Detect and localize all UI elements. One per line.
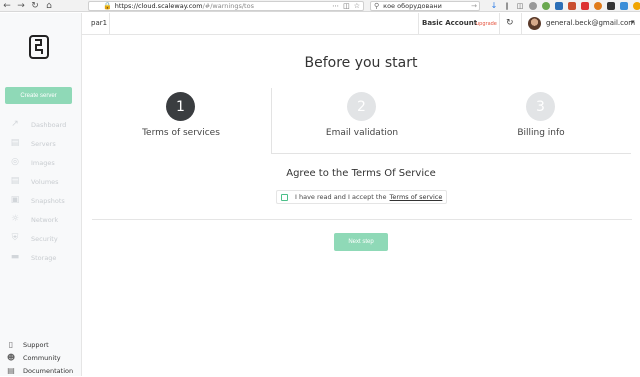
volume-icon: ▤: [10, 176, 20, 186]
step-label: Billing info: [517, 128, 565, 138]
sidebar-item-dashboard[interactable]: ↗ Dashboard: [8, 115, 66, 134]
extension-icon[interactable]: [542, 2, 550, 10]
top-header: par1 Basic Account upgrade ↻ general.bec…: [82, 13, 640, 35]
sidebar-item-images[interactable]: ◎ Images: [8, 153, 66, 172]
extension-icon[interactable]: [529, 2, 537, 10]
home-icon[interactable]: ⌂: [42, 0, 56, 12]
sidebar-item-label: Volumes: [31, 177, 59, 186]
step-number: 3: [526, 92, 555, 121]
sidebar-item-servers[interactable]: ▤ Servers: [8, 134, 66, 153]
chevron-down-icon[interactable]: ▾: [631, 18, 635, 26]
sidebar-item-label: Dashboard: [31, 120, 67, 129]
step-label: Email validation: [325, 128, 399, 138]
upgrade-link[interactable]: upgrade: [476, 21, 497, 27]
toolbar-icons: ↓ ‖ ◫ ☰: [490, 0, 640, 12]
extension-icon[interactable]: [555, 2, 563, 10]
shield-icon: ⛨: [11, 233, 19, 243]
sidebar-nav: ↗ Dashboard ▤ Servers ◎ Images ▤ Volumes…: [8, 115, 67, 267]
lock-icon: 🔒: [103, 2, 112, 10]
divider: [92, 219, 632, 220]
url-host: https://cloud.scaleway.com: [114, 2, 203, 10]
sidebar-item-support[interactable]: ▯ Support: [5, 338, 73, 351]
sidebar-item-label: Snapshots: [31, 196, 65, 205]
chat-icon: ▯: [8, 340, 14, 349]
scaleway-logo-icon[interactable]: [29, 35, 49, 59]
account-type: Basic Account: [422, 19, 478, 27]
pocket-icon[interactable]: ◫: [343, 2, 350, 10]
next-step-button[interactable]: Next step: [334, 233, 388, 251]
accept-tos-text: I have read and I accept the: [295, 193, 387, 201]
extension-icon[interactable]: [620, 2, 628, 10]
forward-icon[interactable]: →: [14, 0, 28, 12]
book-icon: ▤: [7, 366, 15, 375]
disc-icon: ◎: [11, 157, 19, 167]
sidebar-item-storage[interactable]: ▬ Storage: [8, 248, 66, 267]
sidebar: Create server ↗ Dashboard ▤ Servers ◎ Im…: [0, 13, 82, 376]
extension-icon[interactable]: [581, 2, 589, 10]
sidebar-item-label: Servers: [31, 139, 56, 148]
sidebar-item-documentation[interactable]: ▤ Documentation: [5, 364, 73, 377]
sidebar-item-snapshots[interactable]: ▣ Snapshots: [8, 191, 66, 210]
user-email[interactable]: general.beck@gmail.com: [546, 19, 635, 27]
sidebar-item-label: Security: [31, 234, 58, 243]
download-icon[interactable]: ↓: [490, 2, 498, 10]
sidebar-item-label: Network: [31, 215, 59, 224]
step-number: 1: [166, 92, 195, 121]
step-billing[interactable]: 3 Billing info: [451, 88, 631, 154]
terms-of-service-link[interactable]: Terms of service: [390, 193, 443, 201]
extension-icon[interactable]: [594, 2, 602, 10]
reload-icon[interactable]: ↻: [28, 0, 42, 12]
sidebar-item-volumes[interactable]: ▤ Volumes: [8, 172, 66, 191]
sidebar-icon[interactable]: ◫: [516, 2, 524, 10]
sidebar-item-label: Storage: [31, 253, 57, 262]
extension-icon[interactable]: [633, 2, 640, 10]
step-label: Terms of services: [142, 128, 220, 138]
storage-icon: ▬: [10, 252, 20, 262]
page-title: Before you start: [304, 55, 418, 71]
refresh-icon[interactable]: ↻: [506, 18, 514, 28]
sidebar-item-label: Documentation: [23, 366, 74, 375]
users-icon: ☻: [6, 353, 16, 362]
accept-tos-row[interactable]: I have read and I accept the Terms of se…: [276, 190, 448, 204]
address-bar[interactable]: 🔒 https://cloud.scaleway.com/#/warnings/…: [88, 1, 364, 11]
sidebar-item-security[interactable]: ⛨ Security: [8, 229, 66, 248]
search-bar[interactable]: ⚲ кое оборудовани →: [370, 1, 480, 11]
extension-icon[interactable]: [568, 2, 576, 10]
chart-line-icon: ↗: [11, 119, 19, 129]
accept-tos-checkbox[interactable]: [281, 193, 288, 201]
step-email[interactable]: 2 Email validation: [271, 88, 451, 154]
sidebar-footer: ▯ Support ☻ Community ▤ Documentation: [5, 338, 73, 377]
org-selector[interactable]: par1: [91, 19, 107, 27]
create-server-button[interactable]: Create server: [5, 87, 72, 104]
avatar[interactable]: [528, 17, 541, 30]
arrow-right-icon[interactable]: →: [471, 2, 477, 10]
url-path: /#/warnings/tos: [202, 2, 254, 10]
search-icon: ⚲: [374, 2, 380, 10]
search-text: кое оборудовани: [383, 2, 442, 10]
step-number: 2: [347, 92, 376, 121]
extension-icon[interactable]: [607, 2, 615, 10]
more-icon[interactable]: ⋯: [332, 2, 339, 10]
library-icon[interactable]: ‖: [503, 2, 511, 10]
sidebar-item-network[interactable]: ☼ Network: [8, 210, 66, 229]
server-icon: ▤: [10, 138, 20, 148]
sidebar-item-label: Support: [23, 340, 49, 349]
back-icon[interactable]: ←: [0, 0, 14, 12]
sidebar-item-community[interactable]: ☻ Community: [5, 351, 73, 364]
steps-bar: 1 Terms of services 2 Email validation 3…: [91, 88, 631, 154]
agree-heading: Agree to the Terms Of Service: [286, 168, 436, 179]
network-icon: ☼: [10, 214, 20, 224]
step-terms[interactable]: 1 Terms of services: [91, 88, 271, 154]
sidebar-item-label: Community: [23, 353, 61, 362]
sidebar-item-label: Images: [31, 158, 55, 167]
camera-icon: ▣: [10, 195, 20, 205]
bookmark-star-icon[interactable]: ☆: [354, 2, 360, 10]
